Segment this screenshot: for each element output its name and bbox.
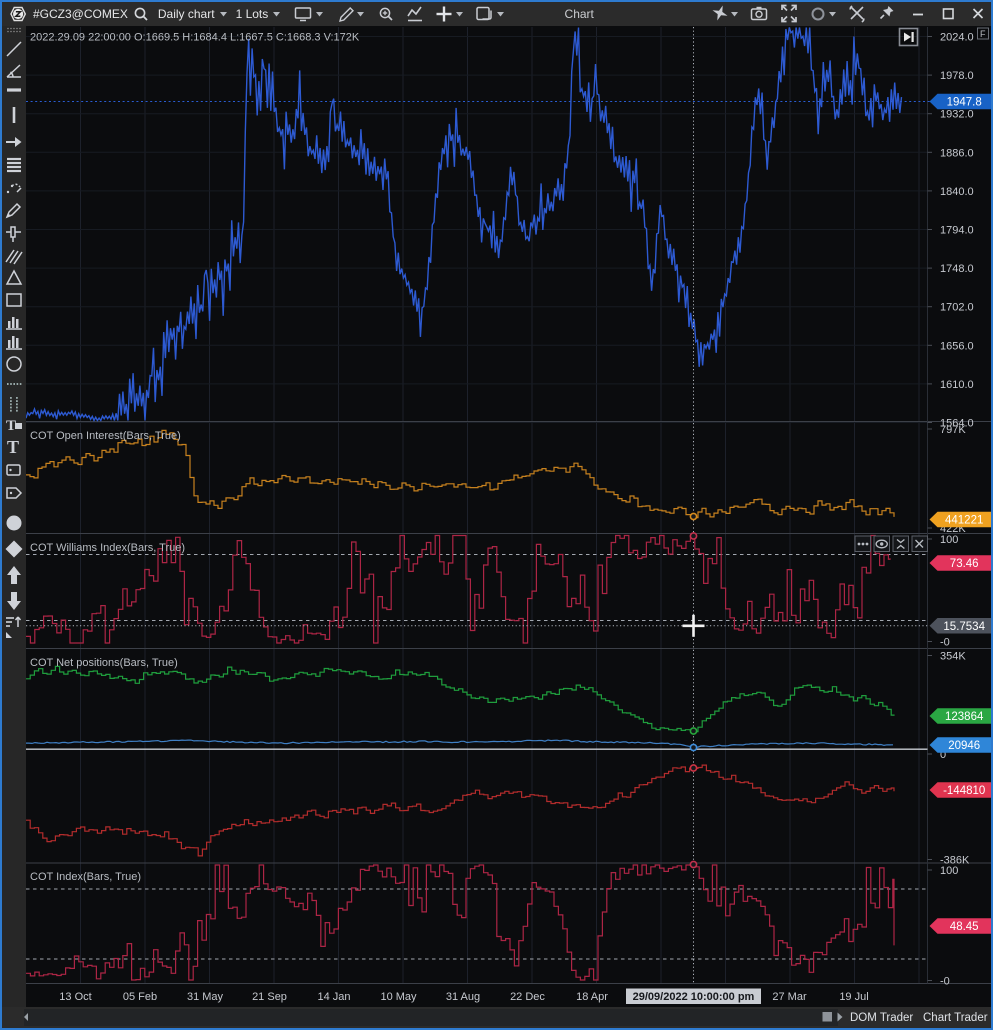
svg-text:1978.0: 1978.0 bbox=[940, 70, 974, 82]
svg-text:1840.0: 1840.0 bbox=[940, 186, 974, 198]
svg-text:-144810: -144810 bbox=[943, 785, 985, 797]
svg-text:441221: 441221 bbox=[945, 515, 983, 527]
svg-text:COT Open Interest(Bars, True): COT Open Interest(Bars, True) bbox=[30, 430, 181, 442]
svg-text:14 Jan: 14 Jan bbox=[317, 991, 350, 1003]
svg-text:COT Williams Index(Bars, True): COT Williams Index(Bars, True) bbox=[30, 542, 185, 554]
svg-text:15.7534: 15.7534 bbox=[943, 621, 985, 633]
svg-text:31 May: 31 May bbox=[187, 991, 224, 1003]
svg-text:27 Mar: 27 Mar bbox=[772, 991, 807, 1003]
svg-text:31 Aug: 31 Aug bbox=[446, 991, 480, 1003]
svg-text:T: T bbox=[6, 418, 16, 434]
svg-text:19 Jul: 19 Jul bbox=[839, 991, 868, 1003]
svg-text:22 Dec: 22 Dec bbox=[510, 991, 545, 1003]
svg-text:1886.0: 1886.0 bbox=[940, 147, 974, 159]
svg-text:1932.0: 1932.0 bbox=[940, 109, 974, 121]
svg-text:354K: 354K bbox=[940, 651, 966, 663]
svg-text:05 Feb: 05 Feb bbox=[123, 991, 157, 1003]
svg-text:13 Oct: 13 Oct bbox=[59, 991, 91, 1003]
svg-text:T: T bbox=[7, 437, 19, 457]
svg-text:73.46: 73.46 bbox=[950, 558, 979, 570]
svg-text:1702.0: 1702.0 bbox=[940, 302, 974, 314]
svg-text:21 Sep: 21 Sep bbox=[252, 991, 287, 1003]
svg-text:1610.0: 1610.0 bbox=[940, 379, 974, 391]
svg-text:F: F bbox=[980, 29, 986, 39]
svg-text:1794.0: 1794.0 bbox=[940, 225, 974, 237]
svg-text:2022.29.09 22:00:00 O:1669.5 H: 2022.29.09 22:00:00 O:1669.5 H:1684.4 L:… bbox=[30, 32, 360, 44]
svg-text:29/09/2022 10:00:00 pm: 29/09/2022 10:00:00 pm bbox=[633, 991, 755, 1003]
svg-text:COT Net positions(Bars, True): COT Net positions(Bars, True) bbox=[30, 657, 178, 669]
svg-text:100: 100 bbox=[940, 534, 958, 546]
svg-text:-0: -0 bbox=[940, 976, 950, 988]
svg-text:-0: -0 bbox=[940, 637, 950, 649]
svg-text:2024.0: 2024.0 bbox=[940, 32, 974, 44]
svg-text:COT Index(Bars, True): COT Index(Bars, True) bbox=[30, 871, 141, 883]
svg-text:10 May: 10 May bbox=[380, 991, 417, 1003]
svg-text:100: 100 bbox=[940, 865, 958, 877]
svg-text:20946: 20946 bbox=[948, 740, 980, 752]
svg-text:48.45: 48.45 bbox=[950, 921, 979, 933]
svg-text:18 Apr: 18 Apr bbox=[576, 991, 608, 1003]
svg-text:1656.0: 1656.0 bbox=[940, 340, 974, 352]
svg-text:797K: 797K bbox=[940, 424, 966, 436]
svg-text:123864: 123864 bbox=[945, 711, 984, 723]
svg-text:1748.0: 1748.0 bbox=[940, 263, 974, 275]
svg-text:1947.8: 1947.8 bbox=[947, 97, 982, 109]
